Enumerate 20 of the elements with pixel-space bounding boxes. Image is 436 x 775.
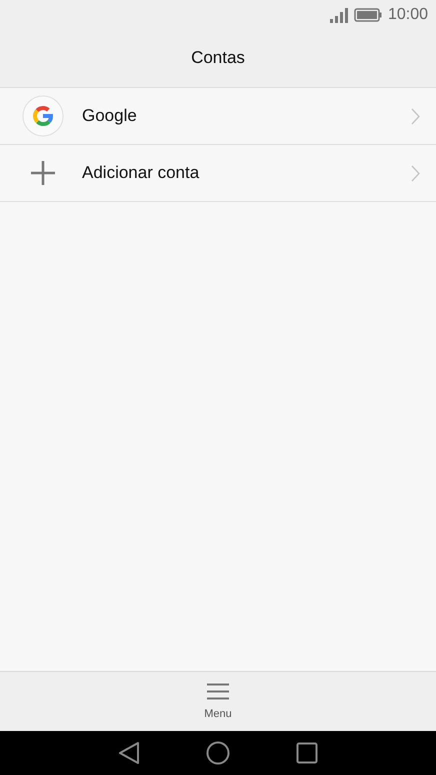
home-icon xyxy=(206,741,230,765)
page-title: Contas xyxy=(191,48,245,68)
plus-icon xyxy=(30,160,56,186)
signal-icon xyxy=(330,8,348,22)
back-button[interactable] xyxy=(118,741,140,765)
recents-button[interactable] xyxy=(296,742,318,764)
menu-button[interactable]: Menu xyxy=(200,681,236,722)
account-row[interactable]: Adicionar conta xyxy=(0,145,436,202)
chevron-right-icon xyxy=(411,108,420,124)
back-icon xyxy=(118,741,140,765)
account-label: Adicionar conta xyxy=(82,163,200,183)
chevron-right-icon xyxy=(411,164,420,182)
account-label: Google xyxy=(82,106,138,126)
google-logo-icon xyxy=(22,95,64,137)
home-button[interactable] xyxy=(206,741,230,765)
menu-icon xyxy=(207,683,229,700)
battery-icon xyxy=(354,8,382,22)
recents-icon xyxy=(296,742,318,764)
status-time: 10:00 xyxy=(388,6,428,24)
account-row[interactable]: Google xyxy=(0,88,436,145)
